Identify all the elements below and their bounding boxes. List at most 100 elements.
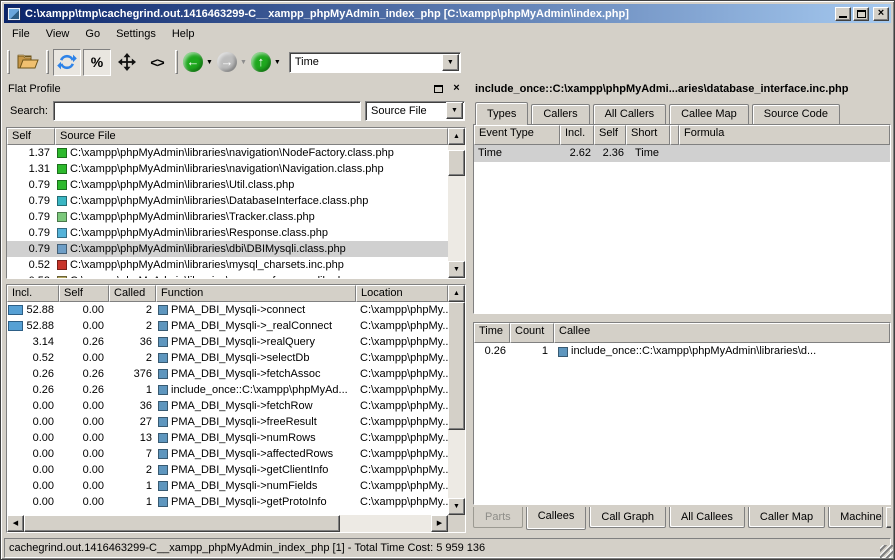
scroll-up-button[interactable]: ▲: [448, 128, 465, 145]
up-button[interactable]: ↑: [251, 52, 271, 72]
tab[interactable]: Source Code: [752, 104, 840, 124]
column-header-count[interactable]: Count: [510, 323, 554, 343]
scroll-left-button[interactable]: ◀: [7, 515, 24, 532]
scroll-up-button[interactable]: ▲: [448, 285, 465, 302]
column-header-incl[interactable]: Incl.: [7, 285, 59, 302]
table-row[interactable]: 0.26 0.26 1 include_once::C:\xampp\phpMy…: [7, 382, 448, 398]
table-row[interactable]: 0.52 0.00 2 PMA_DBI_Mysqli->selectDb C:\…: [7, 350, 448, 366]
scroll-right-button[interactable]: ▶: [431, 515, 448, 532]
table-row[interactable]: 0.26 1 include_once::C:\xampp\phpMyAdmin…: [474, 343, 890, 360]
back-button[interactable]: ←: [183, 52, 203, 72]
resize-grip[interactable]: [880, 545, 893, 558]
table-row[interactable]: 0.52 C:\xampp\phpMyAdmin\libraries\user_…: [7, 273, 448, 278]
table-row[interactable]: 1.37 C:\xampp\phpMyAdmin\libraries\navig…: [7, 145, 448, 161]
up-dropdown[interactable]: ▼: [274, 59, 281, 66]
column-header-callee[interactable]: Callee: [554, 323, 890, 343]
function-cell: PMA_DBI_Mysqli->fetchRow: [156, 398, 356, 414]
table-row[interactable]: 0.00 0.00 13 PMA_DBI_Mysqli->numRows C:\…: [7, 430, 448, 446]
scrollbar-track[interactable]: [448, 145, 465, 261]
column-header-event-type[interactable]: Event Type: [474, 125, 560, 145]
tab[interactable]: All Callers: [593, 104, 667, 124]
forward-dropdown[interactable]: ▼: [240, 59, 247, 66]
event-type-combobox[interactable]: Time ▼: [289, 52, 461, 73]
cycle-detection-button[interactable]: [53, 49, 81, 76]
back-dropdown[interactable]: ▼: [206, 59, 213, 66]
angle-brackets-icon: <>: [150, 55, 163, 70]
menu-item[interactable]: View: [38, 25, 78, 43]
menu-item[interactable]: Go: [77, 25, 108, 43]
maximize-button[interactable]: [853, 7, 869, 21]
tab[interactable]: Caller Map: [748, 507, 825, 528]
column-header-location[interactable]: Location: [356, 285, 448, 302]
column-header-self[interactable]: Self: [7, 128, 55, 145]
table-row[interactable]: 0.26 0.26 376 PMA_DBI_Mysqli->fetchAssoc…: [7, 366, 448, 382]
column-header-time[interactable]: Time: [474, 323, 510, 343]
table-row[interactable]: 0.00 0.00 1 PMA_DBI_Mysqli->getProtoInfo…: [7, 494, 448, 510]
table-row[interactable]: 0.00 0.00 27 PMA_DBI_Mysqli->freeResult …: [7, 414, 448, 430]
table-row[interactable]: 0.52 C:\xampp\phpMyAdmin\libraries\mysql…: [7, 257, 448, 273]
scroll-down-button[interactable]: ▼: [448, 261, 465, 278]
tab[interactable]: Machine: [828, 507, 883, 528]
dock-title: Flat Profile: [8, 83, 428, 95]
percentage-toggle-button[interactable]: %: [83, 49, 111, 76]
shorten-templates-button[interactable]: <>: [143, 49, 171, 76]
toolbar-handle[interactable]: [7, 50, 10, 74]
scroll-down-button[interactable]: ▼: [448, 498, 465, 515]
table-row[interactable]: 0.79 C:\xampp\phpMyAdmin\libraries\Datab…: [7, 193, 448, 209]
table-row[interactable]: 3.14 0.26 36 PMA_DBI_Mysqli->realQuery C…: [7, 334, 448, 350]
group-by-combobox[interactable]: Source File ▼: [365, 101, 465, 121]
column-header-incl[interactable]: Incl.: [560, 125, 594, 145]
table-row[interactable]: 0.00 0.00 1 PMA_DBI_Mysqli->numFields C:…: [7, 478, 448, 494]
tab[interactable]: Callers: [531, 104, 589, 124]
scrollbar-thumb[interactable]: [448, 150, 465, 176]
tab-scroll-left-button[interactable]: ◀: [886, 507, 891, 528]
column-header-short[interactable]: Short: [626, 125, 670, 145]
menu-item[interactable]: Help: [164, 25, 203, 43]
tab[interactable]: Call Graph: [589, 507, 666, 528]
column-header-self[interactable]: Self: [59, 285, 109, 302]
table-row[interactable]: 1.31 C:\xampp\phpMyAdmin\libraries\navig…: [7, 161, 448, 177]
column-header-source-file[interactable]: Source File: [55, 128, 448, 145]
menu-item[interactable]: File: [4, 25, 38, 43]
forward-button[interactable]: →: [217, 52, 237, 72]
scrollbar-track[interactable]: [448, 302, 465, 498]
table-row[interactable]: 0.79 C:\xampp\phpMyAdmin\libraries\dbi\D…: [7, 241, 448, 257]
table-row[interactable]: 52.88 0.00 2 PMA_DBI_Mysqli->connect C:\…: [7, 302, 448, 318]
table-row[interactable]: 52.88 0.00 2 PMA_DBI_Mysqli->_realConnec…: [7, 318, 448, 334]
table-row[interactable]: 0.79 C:\xampp\phpMyAdmin\libraries\Track…: [7, 209, 448, 225]
table-row[interactable]: 0.00 0.00 7 PMA_DBI_Mysqli->affectedRows…: [7, 446, 448, 462]
table-row[interactable]: 0.79 C:\xampp\phpMyAdmin\libraries\Util.…: [7, 177, 448, 193]
toolbar-handle[interactable]: [46, 50, 49, 74]
scrollbar-thumb[interactable]: [24, 515, 340, 532]
column-header-spacer[interactable]: [670, 125, 679, 145]
open-file-button[interactable]: [14, 49, 42, 76]
combobox-dropdown-button[interactable]: ▼: [442, 54, 459, 71]
toolbar-handle[interactable]: [175, 50, 178, 74]
table-row[interactable]: 0.00 0.00 2 PMA_DBI_Mysqli->getClientInf…: [7, 462, 448, 478]
scrollbar-track[interactable]: [24, 515, 431, 532]
dock-float-button[interactable]: [431, 82, 446, 95]
column-header-self[interactable]: Self: [594, 125, 626, 145]
close-button[interactable]: ×: [873, 7, 889, 21]
column-header-function[interactable]: Function: [156, 285, 356, 302]
menu-item[interactable]: Settings: [108, 25, 164, 43]
minimize-button[interactable]: [835, 7, 851, 21]
file-color-icon: [57, 180, 67, 190]
table-row[interactable]: 0.79 C:\xampp\phpMyAdmin\libraries\Respo…: [7, 225, 448, 241]
column-header-formula[interactable]: Formula: [679, 125, 890, 145]
hide-templates-button[interactable]: [113, 49, 141, 76]
dock-close-button[interactable]: ×: [449, 82, 464, 95]
tab[interactable]: All Callees: [669, 507, 745, 528]
search-label: Search:: [7, 105, 53, 117]
tab[interactable]: Parts: [473, 507, 523, 528]
tab[interactable]: Callees: [526, 507, 587, 530]
tab[interactable]: Types: [475, 102, 528, 125]
combobox-dropdown-button[interactable]: ▼: [446, 102, 463, 119]
table-row[interactable]: Time 2.62 2.36 Time: [474, 145, 890, 162]
scrollbar-thumb[interactable]: [448, 302, 465, 430]
table-row[interactable]: 0.00 0.00 36 PMA_DBI_Mysqli->fetchRow C:…: [7, 398, 448, 414]
column-header-called[interactable]: Called: [109, 285, 156, 302]
function-cell: PMA_DBI_Mysqli->numFields: [156, 478, 356, 494]
tab[interactable]: Callee Map: [669, 104, 749, 124]
search-input[interactable]: [53, 101, 361, 121]
